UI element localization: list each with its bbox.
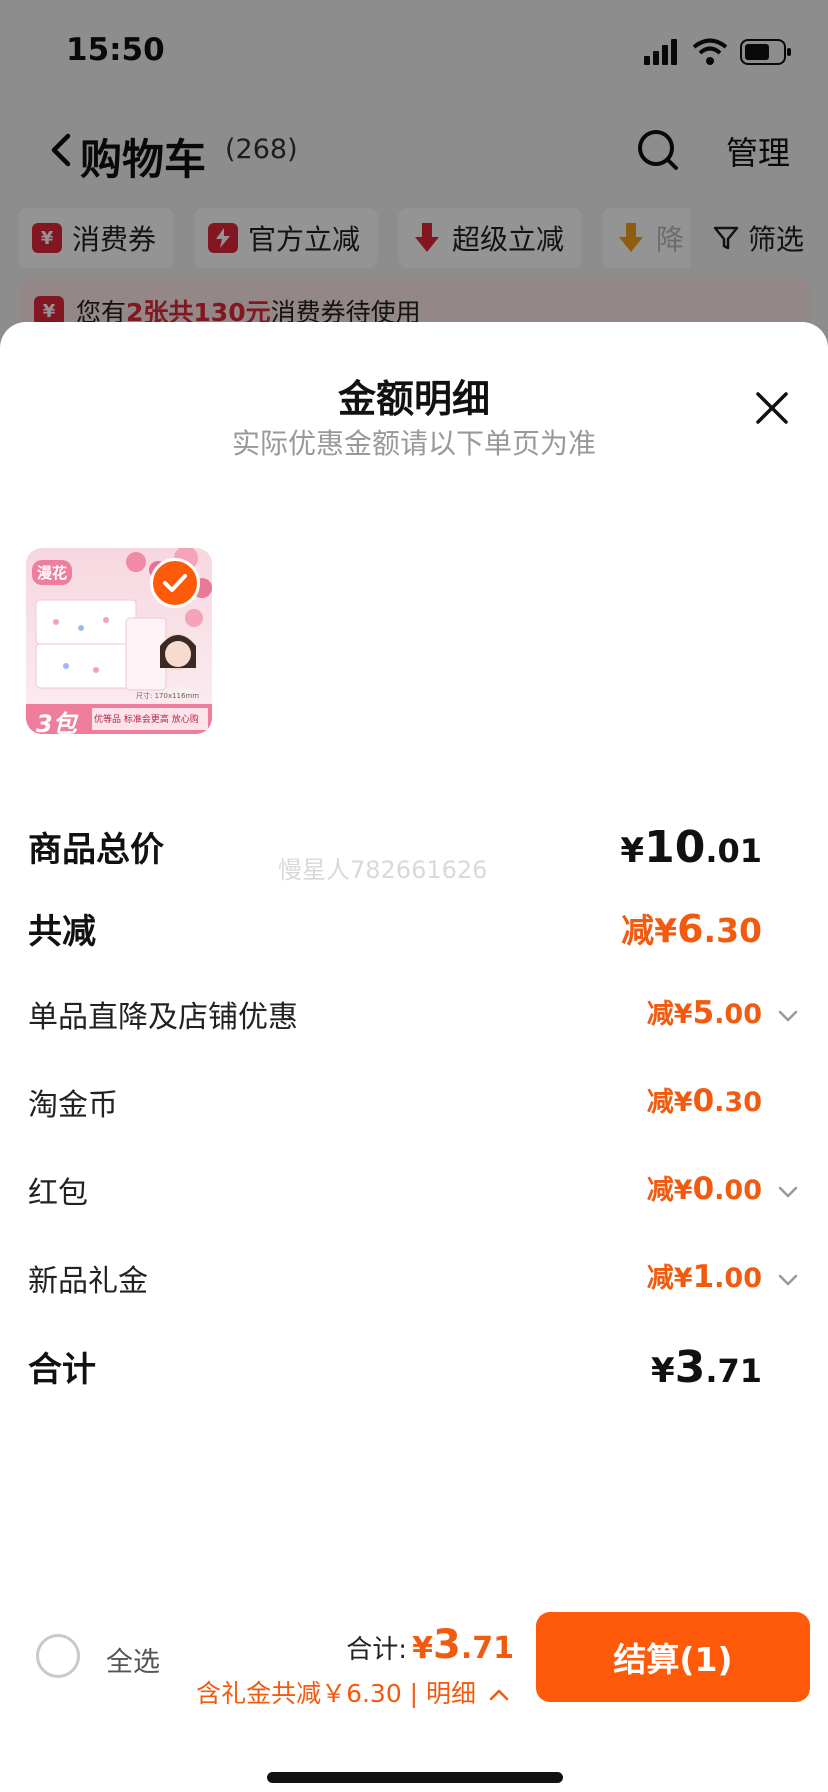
row-red-packet[interactable]: 红包 减¥0.00 (28, 1168, 800, 1228)
sheet-subtitle: 实际优惠金额请以下单页为准 (231, 427, 596, 460)
row-amount: 减¥1.00 (647, 1256, 762, 1295)
row-amount: ¥10.01 (620, 822, 762, 873)
amount-detail-sheet: 金额明细 实际优惠金额请以下单页为准 漫花 3包 优等品 标准会更高 放心购 尺… (0, 322, 828, 1792)
amount-int: 1 (692, 1259, 715, 1295)
amount-int: 3 (674, 1342, 706, 1393)
selected-check-icon[interactable] (150, 558, 200, 608)
home-indicator (267, 1772, 563, 1783)
row-item-total: 商品总价 ¥10.01 (28, 822, 800, 882)
currency-symbol: ¥ (412, 1631, 433, 1666)
amount-dec: .71 (460, 1631, 514, 1666)
row-grand-total: 合计 ¥3.71 (28, 1342, 800, 1402)
amount-prefix: 减 (646, 1087, 674, 1118)
row-amount: 减¥6.30 (621, 904, 762, 952)
row-label: 淘金币 (28, 1088, 118, 1123)
chevron-down-icon[interactable] (776, 1270, 800, 1290)
pack-label: 3包 (36, 710, 77, 734)
row-label: 新品礼金 (28, 1264, 148, 1299)
row-amount: 减¥0.00 (647, 1168, 762, 1207)
amount-int: 3 (433, 1622, 461, 1668)
amount-prefix: 减 (621, 911, 655, 950)
row-amount: 减¥0.30 (647, 1080, 762, 1119)
close-icon[interactable] (750, 386, 794, 430)
sum-amount: ¥3.71 (412, 1622, 514, 1668)
currency-symbol: ¥ (673, 1087, 693, 1118)
chevron-up-icon (489, 1689, 509, 1701)
row-label: 商品总价 (28, 830, 164, 870)
row-amount: 减¥5.00 (647, 992, 762, 1031)
row-label: 红包 (28, 1176, 88, 1211)
checkout-button[interactable]: 结算(1) (536, 1612, 810, 1702)
amount-dec: .00 (714, 999, 762, 1030)
select-all-checkbox[interactable] (36, 1634, 80, 1678)
amount-dec: .00 (714, 1263, 762, 1294)
row-taojinbi: 淘金币 减¥0.30 (28, 1080, 800, 1140)
row-label: 单品直降及店铺优惠 (28, 1000, 298, 1035)
currency-symbol: ¥ (673, 1263, 693, 1294)
chevron-down-icon[interactable] (776, 1006, 800, 1026)
currency-symbol: ¥ (651, 1351, 675, 1391)
discount-text: 含礼金共减￥6.30 | 明细 (196, 1679, 477, 1708)
amount-dec: .30 (703, 911, 762, 950)
row-total-discount: 共减 减¥6.30 (28, 904, 800, 964)
amount-int: 0 (692, 1083, 715, 1119)
sum-label: 合计: (346, 1635, 408, 1665)
amount-int: 5 (692, 995, 715, 1031)
currency-symbol: ¥ (654, 911, 678, 950)
product-spec: 尺寸: 170x116mm (136, 692, 200, 700)
amount-int: 0 (692, 1171, 715, 1207)
currency-symbol: ¥ (673, 999, 693, 1030)
amount-dec: .30 (714, 1087, 762, 1118)
row-label: 合计 (28, 1350, 96, 1390)
currency-symbol: ¥ (673, 1175, 693, 1206)
amount-dec: .01 (705, 832, 762, 870)
product-slogan: 优等品 标准会更高 放心购 (94, 715, 199, 725)
amount-dec: .71 (705, 1352, 762, 1390)
brand-tag: 漫花 (32, 560, 73, 585)
amount-int: 6 (677, 907, 704, 951)
discount-detail-link[interactable]: 含礼金共减￥6.30 | 明细 (196, 1674, 510, 1710)
amount-prefix: 减 (646, 1263, 674, 1294)
amount-int: 10 (644, 822, 706, 873)
currency-symbol: ¥ (620, 831, 645, 871)
row-label: 共减 (28, 912, 96, 952)
row-store-discount[interactable]: 单品直降及店铺优惠 减¥5.00 (28, 992, 800, 1052)
amount-dec: .00 (714, 1175, 762, 1206)
row-new-product-gift[interactable]: 新品礼金 减¥1.00 (28, 1256, 800, 1316)
row-amount: ¥3.71 (651, 1342, 762, 1393)
amount-prefix: 减 (646, 999, 674, 1030)
amount-prefix: 减 (646, 1175, 674, 1206)
footer-sum: 合计: ¥3.71 (346, 1622, 514, 1668)
chevron-down-icon[interactable] (776, 1182, 800, 1202)
sheet-title: 金额明细 (337, 377, 490, 421)
select-all-label[interactable]: 全选 (106, 1640, 160, 1679)
